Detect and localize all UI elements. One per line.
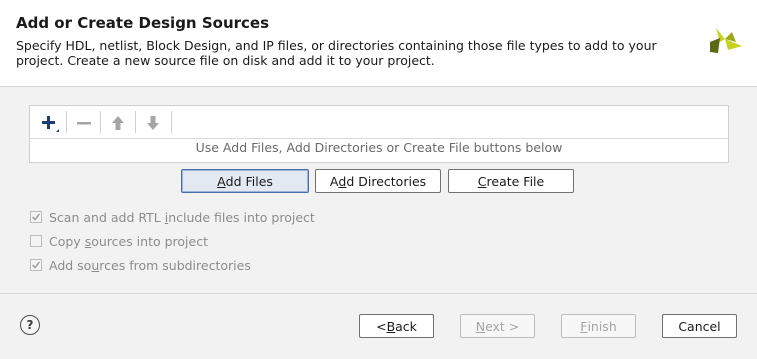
toolbar-separator [66, 111, 67, 133]
plus-icon [42, 116, 59, 132]
button-label: d Directories [346, 173, 427, 189]
scan-rtl-include-checkbox[interactable]: Scan and add RTL include files into proj… [30, 209, 315, 225]
button-label: < [376, 318, 387, 334]
button-label: reate File [486, 173, 545, 189]
mnemonic: B [386, 318, 396, 334]
add-files-button[interactable]: Add Files [181, 169, 309, 193]
remove-source-button[interactable] [73, 112, 95, 134]
mnemonic: d [338, 173, 347, 189]
help-icon[interactable]: ? [20, 315, 40, 335]
checkbox-label: Add sources from subdirectories [49, 257, 251, 273]
add-source-button[interactable] [38, 112, 60, 134]
create-file-button[interactable]: Create File [448, 169, 574, 193]
button-label: dd Files [225, 173, 273, 189]
finish-button[interactable]: Finish [561, 314, 636, 338]
checkmark-icon [31, 213, 41, 221]
checkbox-label: Copy sources into project [49, 233, 208, 249]
toolbar-separator [100, 111, 101, 133]
mnemonic: A [217, 173, 226, 189]
dialog-description: Specify HDL, netlist, Block Design, and … [16, 38, 657, 68]
next-button[interactable]: Next > [460, 314, 535, 338]
checkmark-icon [31, 261, 41, 269]
mnemonic: N [475, 318, 486, 334]
checkbox-box [30, 211, 42, 223]
footer-divider [0, 293, 757, 294]
copy-sources-checkbox[interactable]: Copy sources into project [30, 233, 208, 249]
move-up-button[interactable] [107, 112, 129, 134]
cancel-button[interactable]: Cancel [662, 314, 737, 338]
arrow-down-icon [147, 116, 159, 130]
checkbox-box [30, 235, 42, 247]
move-down-button[interactable] [142, 112, 164, 134]
checkbox-label: Scan and add RTL include files into proj… [49, 209, 315, 225]
toolbar-separator [171, 111, 172, 133]
files-toolbar [30, 106, 728, 139]
button-label: inish [587, 318, 617, 334]
mnemonic: F [580, 318, 588, 334]
add-directories-button[interactable]: Add Directories [315, 169, 441, 193]
empty-table-hint: Use Add Files, Add Directories or Create… [195, 140, 563, 155]
button-label: ext > [485, 318, 520, 334]
add-subdirectories-checkbox[interactable]: Add sources from subdirectories [30, 257, 251, 273]
dialog-header: Add or Create Design Sources Specify HDL… [0, 0, 757, 87]
checkbox-box [30, 259, 42, 271]
toolbar-separator [135, 111, 136, 133]
source-files-table[interactable]: Use Add Files, Add Directories or Create… [29, 105, 729, 163]
button-label: A [329, 173, 339, 189]
xilinx-logo-icon [710, 28, 742, 53]
minus-icon [77, 122, 91, 125]
arrow-up-icon [112, 116, 124, 130]
back-button[interactable]: < Back [359, 314, 434, 338]
mnemonic: C [477, 173, 487, 189]
dialog-title: Add or Create Design Sources [16, 14, 270, 32]
button-label: ack [395, 318, 417, 334]
